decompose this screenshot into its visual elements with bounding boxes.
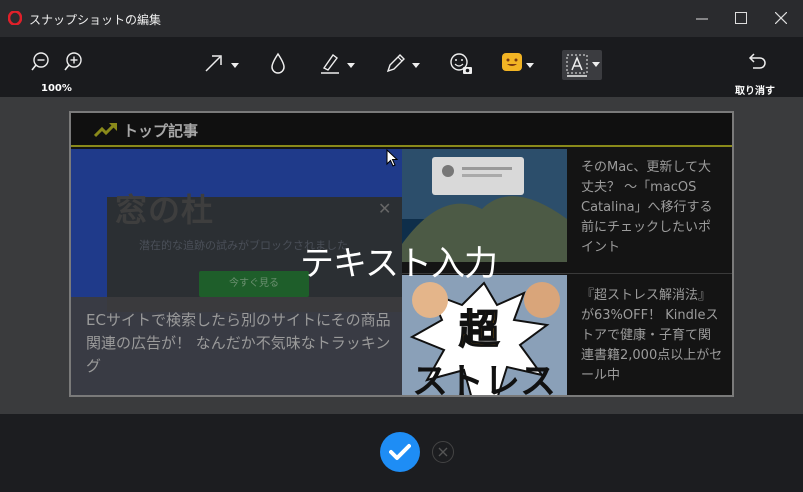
opera-logo-icon (8, 11, 22, 25)
canvas-area: トップ記事 窓の杜 ✕ 潜在的な追跡の試みがブロックされました 今すぐ見る EC… (0, 97, 803, 414)
chevron-down-icon[interactable] (231, 63, 239, 69)
undo-label[interactable]: 取り消す (735, 82, 775, 97)
zoom-in-button[interactable] (63, 51, 85, 79)
minimize-button[interactable] (683, 0, 721, 37)
text-input-field[interactable]: テキスト入力 (300, 236, 498, 285)
arrow-tool-button[interactable] (202, 51, 226, 79)
chevron-down-icon[interactable] (592, 62, 600, 68)
highlighter-icon (321, 54, 339, 74)
chevron-down-icon[interactable] (347, 63, 355, 69)
checkmark-icon (389, 444, 411, 460)
confirm-button[interactable] (380, 432, 420, 472)
cancel-button[interactable] (432, 441, 454, 463)
thumb2-text-top: 超 (459, 307, 500, 353)
editor-toolbar (0, 37, 803, 97)
blur-drop-icon (271, 52, 285, 74)
pen-tool-button[interactable] (383, 51, 407, 79)
undo-icon (748, 53, 766, 69)
sticker-emoji-icon (450, 53, 472, 74)
chevron-down-icon[interactable] (412, 63, 420, 69)
action-bar (0, 414, 803, 492)
zoom-in-icon (64, 52, 82, 71)
blur-tool-button[interactable] (268, 51, 288, 79)
close-button[interactable] (762, 0, 800, 37)
cancel-x-icon (438, 447, 448, 457)
hero-caption: ECサイトで検索したら別のサイトにその商品関連の広告が！ なんだか不気味なトラッ… (86, 311, 391, 375)
stress-book-thumbnail: 超 ストレス (402, 275, 567, 397)
thumb2-text-bottom: ストレス (412, 361, 556, 397)
hero-brand: 窓の杜 (115, 191, 215, 229)
emoji-icon (502, 53, 522, 71)
pen-icon (386, 54, 405, 73)
mouse-cursor-icon (386, 149, 398, 167)
sticker-tool-button[interactable] (448, 51, 474, 79)
window-title: スナップショットの編集 (29, 13, 162, 27)
snapshot-header: トップ記事 (71, 113, 732, 147)
arrow-tool-icon (205, 55, 222, 72)
close-icon (775, 12, 787, 24)
undo-button[interactable] (745, 51, 767, 79)
zoom-out-icon (31, 52, 49, 71)
text-tool-icon (566, 54, 588, 77)
maximize-icon (735, 12, 747, 24)
article-thumbnail-2: 超 ストレス (402, 275, 567, 397)
close-icon: ✕ (378, 199, 392, 218)
article-title-1: そのMac、更新して大丈夫？ ～「macOS Catalina」へ移行する前にチ… (581, 160, 713, 255)
text-tool-button[interactable] (562, 50, 602, 80)
zoom-level: 100% (41, 83, 72, 94)
article-title-2: 『超ストレス解消法』が63%OFF！ Kindleストアで健康・子育て関連書籍2… (581, 288, 723, 383)
snapshot-header-title: トップ記事 (123, 122, 199, 140)
emoji-tool-button[interactable] (501, 51, 523, 79)
chevron-down-icon[interactable] (526, 63, 534, 69)
maximize-button[interactable] (722, 0, 760, 37)
title-bar: スナップショットの編集 (0, 0, 803, 37)
highlighter-tool-button[interactable] (318, 51, 342, 79)
minimize-icon (696, 18, 708, 20)
hero-button: 今すぐ見る (199, 271, 309, 297)
zoom-out-button[interactable] (30, 51, 52, 79)
trending-up-icon (94, 123, 117, 138)
